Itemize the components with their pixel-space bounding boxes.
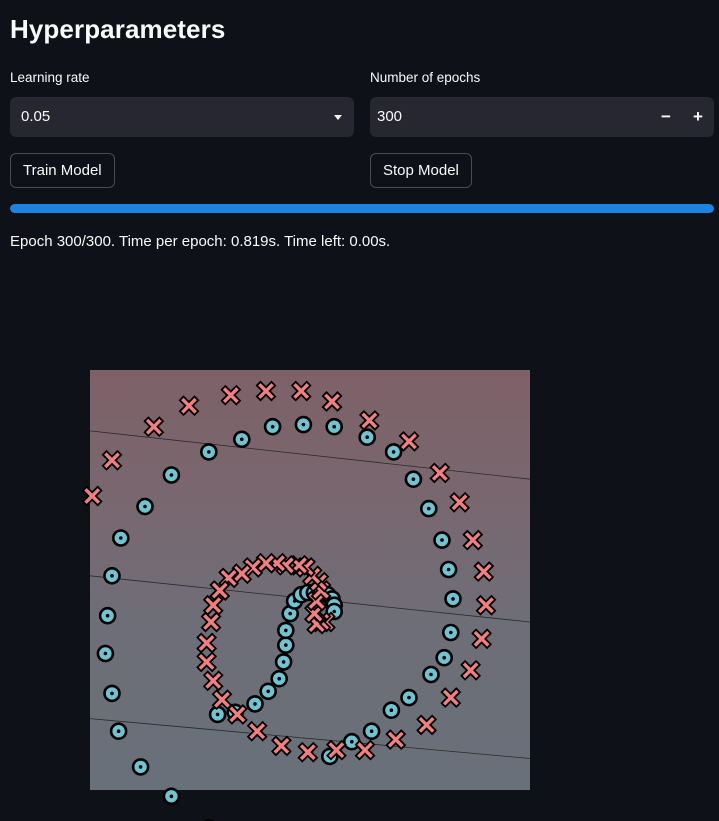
- circle-point: [136, 497, 154, 516]
- circle-point: [162, 787, 181, 806]
- circle-point: [419, 499, 438, 518]
- circle-point: [274, 653, 293, 671]
- x-point: [246, 720, 268, 742]
- x-point: [143, 416, 165, 438]
- circle-point: [98, 606, 117, 625]
- circle-point: [358, 428, 377, 447]
- circle-point: [435, 648, 454, 667]
- x-point: [460, 659, 482, 681]
- circle-point: [382, 701, 401, 720]
- x-point: [416, 714, 438, 736]
- circle-point: [294, 415, 313, 434]
- circle-point: [400, 688, 418, 707]
- circle-point: [96, 644, 115, 663]
- x-point: [211, 689, 233, 711]
- x-point: [200, 611, 222, 633]
- stop-model-button[interactable]: Stop Model: [370, 153, 472, 188]
- train-model-button[interactable]: Train Model: [10, 153, 115, 188]
- x-point: [255, 380, 277, 402]
- circle-point: [270, 669, 289, 688]
- x-point: [462, 529, 484, 551]
- circle-point: [276, 621, 295, 640]
- circle-point: [422, 665, 440, 684]
- x-point: [202, 670, 224, 692]
- learning-rate-label: Learning rate: [10, 70, 90, 85]
- x-point: [429, 462, 451, 484]
- epochs-value[interactable]: 300: [377, 108, 402, 125]
- circle-point: [263, 417, 282, 436]
- x-point: [255, 552, 277, 574]
- circle-point: [325, 417, 344, 436]
- x-point: [270, 735, 292, 757]
- x-point: [202, 594, 224, 616]
- circle-point: [276, 636, 295, 654]
- x-point: [473, 561, 495, 583]
- chevron-down-icon: [334, 115, 342, 120]
- epochs-number-input[interactable]: 300 − +: [370, 97, 714, 137]
- circle-point: [103, 684, 121, 703]
- circle-point: [444, 590, 462, 608]
- circle-point: [208, 705, 227, 724]
- learning-rate-value: 0.05: [21, 108, 51, 125]
- x-point: [226, 703, 248, 725]
- circle-point: [131, 758, 150, 776]
- x-point: [385, 729, 407, 751]
- circle-point: [103, 566, 121, 585]
- x-point: [321, 391, 343, 412]
- training-status-text: Epoch 300/300. Time per epoch: 0.819s. T…: [10, 233, 391, 250]
- increment-button[interactable]: +: [682, 97, 714, 137]
- x-point: [471, 628, 493, 650]
- circle-point: [439, 560, 458, 579]
- x-point: [440, 687, 462, 709]
- x-point: [325, 739, 347, 761]
- learning-rate-select[interactable]: 0.05: [10, 97, 354, 137]
- circle-point: [233, 430, 251, 449]
- x-point: [449, 491, 471, 513]
- x-point: [475, 594, 497, 616]
- circle-point: [112, 529, 130, 547]
- x-point: [297, 741, 319, 763]
- circle-point: [362, 722, 381, 741]
- x-point: [196, 632, 218, 654]
- x-point: [220, 384, 242, 406]
- x-point: [290, 380, 312, 402]
- epochs-label: Number of epochs: [370, 70, 481, 85]
- x-point: [101, 449, 123, 471]
- circle-point: [200, 443, 218, 461]
- progress-bar: [10, 204, 714, 213]
- decision-boundary-plot: [81, 370, 530, 821]
- circle-point: [433, 531, 451, 549]
- progress-fill: [10, 204, 714, 213]
- circle-point: [246, 695, 264, 713]
- x-point: [231, 563, 253, 585]
- circle-point: [259, 682, 278, 701]
- circle-point: [441, 623, 460, 642]
- circle-point: [404, 470, 423, 489]
- x-point: [81, 485, 103, 507]
- decrement-button[interactable]: −: [650, 97, 682, 137]
- circle-point: [109, 722, 128, 741]
- x-point: [196, 651, 218, 673]
- page-title: Hyperparameters: [10, 14, 226, 44]
- circle-point: [162, 466, 181, 484]
- x-point: [358, 409, 380, 431]
- x-point: [354, 739, 376, 761]
- x-point: [209, 580, 231, 601]
- x-point: [398, 430, 420, 452]
- x-point: [288, 554, 310, 576]
- x-point: [178, 395, 200, 417]
